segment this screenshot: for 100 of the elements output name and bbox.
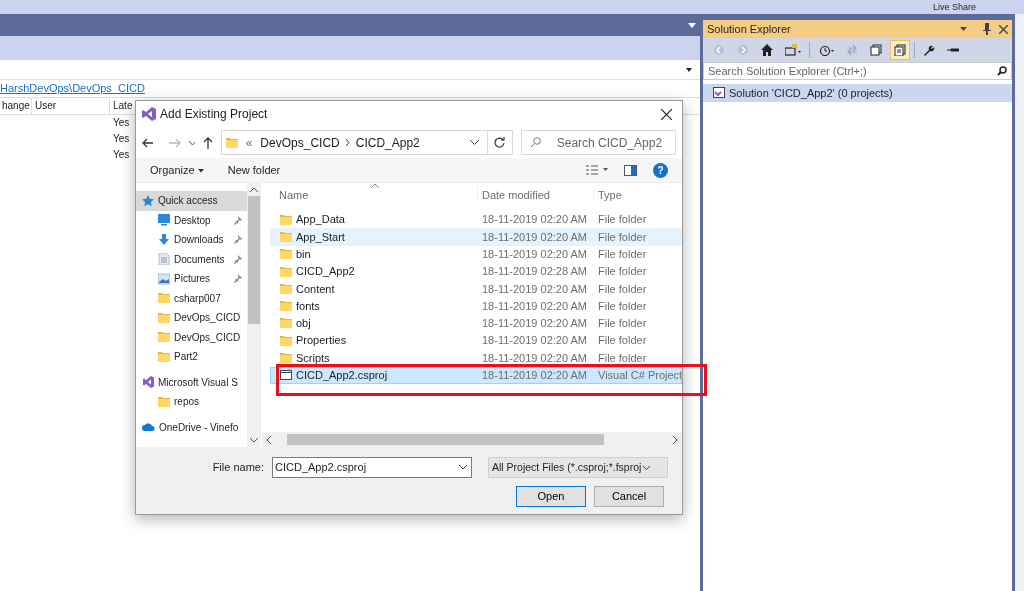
new-folder-button[interactable]: New folder	[227, 161, 281, 179]
dialog-title: Add Existing Project	[160, 106, 268, 123]
file-type: File folder	[598, 317, 647, 330]
file-name: obj	[296, 316, 311, 332]
file-row[interactable]: obj 18-11-2019 02:20 AM File folder	[270, 314, 682, 333]
file-row[interactable]: App_Data 18-11-2019 02:20 AM File folder	[270, 211, 682, 229]
folder-icon	[280, 265, 292, 278]
nav-item[interactable]: DevOps_CICD	[136, 327, 247, 347]
chevron-icon	[345, 139, 350, 146]
pin-icon[interactable]	[234, 274, 243, 284]
scrollbar-thumb[interactable]	[287, 434, 604, 445]
nav-item[interactable]: Documents	[136, 249, 247, 269]
nav-item[interactable]: Pictures	[136, 269, 247, 289]
solution-icon	[713, 87, 725, 99]
help-icon[interactable]: ?	[653, 162, 668, 178]
back-arrow-icon[interactable]	[142, 137, 154, 148]
folder-icon	[225, 136, 238, 149]
app-logo-icon	[142, 107, 156, 121]
pin-icon[interactable]	[234, 235, 243, 245]
nav-item[interactable]: Downloads	[136, 230, 247, 250]
nav-item[interactable]: csharp007	[136, 288, 247, 308]
file-name: fonts	[296, 298, 320, 314]
show-all-files-button[interactable]	[890, 40, 910, 60]
nav-item[interactable]: Microsoft Visual S	[136, 372, 247, 392]
file-name: Properties	[296, 333, 347, 349]
pin-icon[interactable]	[234, 254, 243, 264]
scroll-left-icon[interactable]	[266, 435, 271, 444]
file-type: File folder	[598, 230, 647, 243]
column-header[interactable]: Date modified	[477, 186, 593, 204]
folder-icon	[280, 334, 292, 347]
date-modified: 18-11-2019 02:20 AM	[482, 334, 587, 347]
refresh-icon[interactable]	[494, 137, 506, 148]
caret-icon	[643, 465, 651, 470]
nav-item[interactable]: Part2	[136, 347, 247, 367]
nav-item[interactable]: repos	[136, 392, 247, 412]
nav-item[interactable]: Quick access	[136, 191, 247, 211]
breadcrumb-overflow[interactable]: «	[245, 133, 253, 152]
view-options-icon[interactable]	[586, 165, 608, 175]
close-icon[interactable]	[661, 108, 672, 120]
file-name-field[interactable]: CICD_App2.csproj	[272, 457, 472, 478]
date-modified: 18-11-2019 02:20 AM	[482, 230, 587, 243]
cloud-icon	[142, 421, 155, 434]
file-row[interactable]: App_Start 18-11-2019 02:20 AM File folder	[270, 228, 682, 246]
table-cell: Yes	[113, 133, 130, 144]
search-field[interactable]: Search CICD_App2	[520, 130, 676, 155]
dialog-button[interactable]: Cancel	[594, 486, 664, 507]
file-row[interactable]: Properties 18-11-2019 02:20 AM File folder	[270, 332, 682, 350]
dropdown-icon[interactable]	[960, 27, 967, 31]
organize-menu[interactable]: Organize	[150, 161, 204, 179]
wrench-icon	[923, 44, 935, 56]
breadcrumb-item[interactable]: CICD_App2	[355, 133, 420, 152]
scroll-up-icon[interactable]	[250, 187, 258, 192]
file-row[interactable]: Scripts 18-11-2019 02:20 AM File folder	[270, 349, 682, 367]
live-share-label[interactable]: Live Share	[932, 0, 976, 14]
dialog-button[interactable]: Open	[516, 486, 586, 507]
date-modified: 18-11-2019 02:28 AM	[482, 265, 587, 278]
dropdown-icon[interactable]	[688, 22, 696, 28]
file-row[interactable]: Content 18-11-2019 02:20 AM File folder	[270, 280, 682, 298]
pin-icon[interactable]	[234, 215, 243, 225]
breadcrumb-item[interactable]: DevOps_CICD	[260, 133, 340, 152]
column-header[interactable]: Type	[593, 186, 682, 204]
file-row[interactable]: CICD_App2 18-11-2019 02:28 AM File folder	[270, 262, 682, 281]
close-icon[interactable]	[999, 24, 1008, 34]
folder-icon	[280, 300, 292, 313]
file-type-dropdown[interactable]: All Project Files (*.csproj;*.fsproj	[488, 457, 668, 478]
scroll-right-icon[interactable]	[673, 435, 678, 444]
caret-icon[interactable]	[470, 140, 480, 145]
file-name: App_Start	[296, 229, 345, 245]
file-name: CICD_App2	[296, 264, 355, 280]
column-header[interactable]: Late	[110, 98, 133, 114]
monitor-icon	[158, 214, 170, 227]
file-type: File folder	[598, 282, 647, 295]
search-field[interactable]: Search Solution Explorer (Ctrl+;)	[703, 62, 1012, 80]
preview-pane-icon[interactable]	[624, 164, 637, 176]
file-row[interactable]: fonts 18-11-2019 02:20 AM File folder	[270, 297, 682, 315]
path-link[interactable]: HarshDevOps\DevOps_CICD	[0, 82, 145, 94]
chevron-icon[interactable]	[188, 140, 196, 145]
nav-item[interactable]: DevOps_CICD	[136, 308, 247, 328]
nav-item[interactable]: OneDrive - Vinefo	[136, 417, 247, 437]
switch-views-icon	[785, 44, 801, 56]
file-name: Content	[296, 281, 335, 297]
tree-item[interactable]: Solution 'CICD_App2' (0 projects)	[703, 84, 1012, 102]
file-type: File folder	[598, 248, 647, 260]
star-icon	[142, 194, 154, 207]
file-row[interactable]: bin 18-11-2019 02:20 AM File folder	[270, 245, 682, 263]
clock-icon	[818, 44, 834, 56]
column-header[interactable]: hange	[0, 98, 32, 114]
column-header[interactable]: User	[32, 98, 110, 114]
nav-item[interactable]: Desktop	[136, 210, 247, 230]
address-bar[interactable]: « DevOps_CICD CICD_App2	[220, 130, 489, 155]
scrollbar-thumb[interactable]	[248, 196, 260, 324]
folder-icon	[158, 395, 170, 408]
folder-icon	[158, 331, 170, 344]
up-arrow-icon[interactable]	[203, 136, 213, 149]
folder-icon	[280, 352, 292, 365]
pin-icon[interactable]	[983, 23, 991, 35]
file-name: bin	[296, 247, 311, 262]
collapse-icon	[870, 44, 882, 56]
scroll-down-icon[interactable]	[250, 438, 258, 443]
column-header[interactable]: Name	[270, 186, 477, 204]
